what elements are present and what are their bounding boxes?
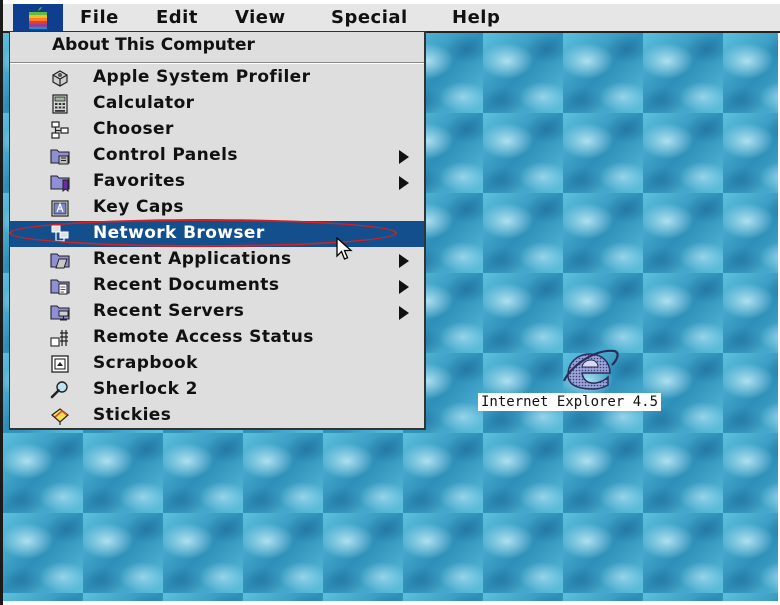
favorites-folder-icon (50, 175, 70, 192)
recent-documents-folder-icon (50, 279, 70, 295)
about-this-computer-item[interactable]: About This Computer (10, 32, 424, 58)
desktop-icon-label[interactable]: Internet Explorer 4.5 (478, 393, 662, 411)
menu-separator (10, 62, 424, 64)
menu-help[interactable]: Help (452, 7, 500, 28)
menu-item-label: Recent Servers (93, 301, 245, 321)
system-profiler-icon (52, 70, 68, 87)
stickies-icon (51, 408, 69, 425)
apple-logo-icon (29, 6, 47, 29)
menu-item-label: Favorites (93, 171, 186, 191)
menu-item-label: Remote Access Status (93, 327, 314, 347)
menu-edit[interactable]: Edit (156, 7, 198, 28)
menu-item-label: Chooser (93, 119, 174, 139)
submenu-arrow-icon (399, 280, 409, 294)
apple-menu-dropdown: About This Computer Apple System Profile… (9, 31, 426, 430)
mouse-pointer-icon (336, 237, 353, 260)
menu-item-favorites[interactable]: Favorites (10, 169, 424, 195)
menu-item-label: Apple System Profiler (93, 67, 311, 87)
menu-item-label: Network Browser (93, 223, 265, 243)
menu-item-label: Recent Applications (93, 249, 292, 269)
menu-item-recent-documents[interactable]: Recent Documents (10, 273, 424, 299)
menu-item-calculator[interactable]: Calculator (10, 91, 424, 117)
menu-item-sherlock-2[interactable]: Sherlock 2 (10, 377, 424, 403)
about-this-computer-label: About This Computer (52, 35, 255, 55)
submenu-arrow-icon (399, 254, 409, 268)
apple-menu[interactable] (13, 4, 63, 31)
menu-special[interactable]: Special (331, 7, 408, 28)
menu-item-label: Key Caps (93, 197, 184, 217)
menu-file[interactable]: File (80, 7, 119, 28)
menu-item-label: Calculator (93, 93, 195, 113)
recent-applications-folder-icon (50, 253, 70, 269)
menu-item-stickies[interactable]: Stickies (10, 403, 424, 429)
menu-item-recent-applications[interactable]: Recent Applications (10, 247, 424, 273)
menu-item-label: Recent Documents (93, 275, 280, 295)
menu-item-key-caps[interactable]: Key Caps (10, 195, 424, 221)
remote-access-icon (50, 330, 68, 347)
menu-item-apple-system-profiler[interactable]: Apple System Profiler (10, 65, 424, 91)
menu-item-scrapbook[interactable]: Scrapbook (10, 351, 424, 377)
menu-item-label: Control Panels (93, 145, 238, 165)
submenu-arrow-icon (399, 306, 409, 320)
menu-view[interactable]: View (235, 7, 286, 28)
menu-item-chooser[interactable]: Chooser (10, 117, 424, 143)
menu-item-control-panels[interactable]: Control Panels (10, 143, 424, 169)
recent-servers-folder-icon (50, 305, 70, 321)
internet-explorer-icon[interactable] (560, 345, 620, 393)
menu-item-label: Scrapbook (93, 353, 198, 373)
calculator-icon (52, 94, 68, 114)
network-browser-icon (51, 225, 69, 242)
menu-item-label: Stickies (93, 405, 172, 425)
submenu-arrow-icon (399, 150, 409, 164)
control-panels-folder-icon (50, 149, 70, 165)
menu-item-recent-servers[interactable]: Recent Servers (10, 299, 424, 325)
sherlock-magnifier-icon (50, 381, 68, 399)
menu-item-label: Sherlock 2 (93, 379, 198, 399)
scrapbook-icon (51, 355, 69, 373)
menu-bar: File Edit View Special Help (3, 4, 780, 33)
key-caps-icon (51, 200, 69, 217)
submenu-arrow-icon (399, 176, 409, 190)
menu-item-network-browser[interactable]: Network Browser (10, 221, 424, 247)
menu-item-remote-access-status[interactable]: Remote Access Status (10, 325, 424, 351)
chooser-icon (51, 121, 69, 139)
